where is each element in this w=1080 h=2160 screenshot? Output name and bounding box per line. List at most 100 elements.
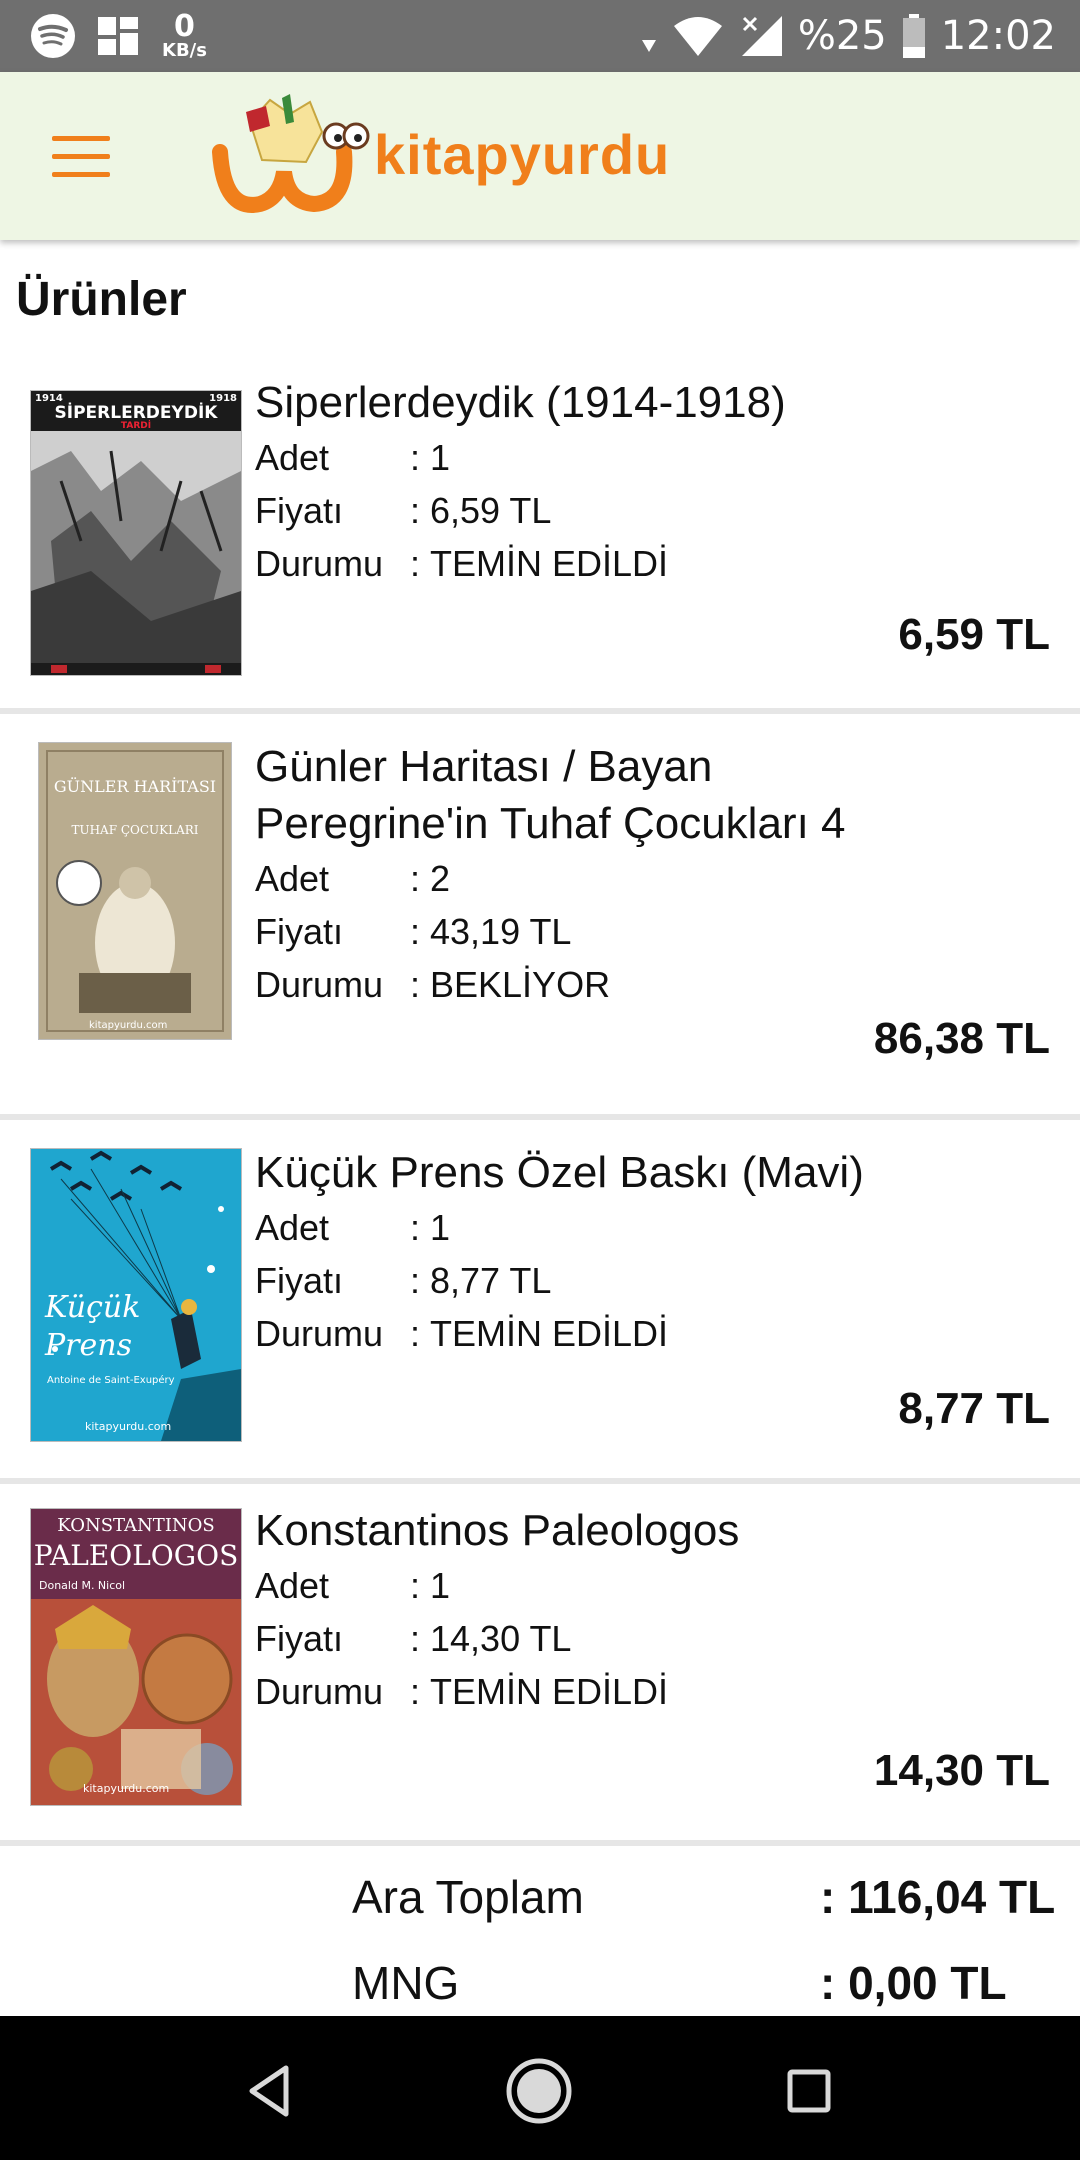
battery-percent: %25 xyxy=(797,13,887,59)
qty-label: Adet xyxy=(255,1206,330,1248)
status-row: Durumu : TEMİN EDİLDİ xyxy=(255,1665,875,1718)
product-item[interactable]: Küçük Prens Antoine de Saint-Exupéry kit… xyxy=(0,1120,1080,1484)
qty-value: 2 xyxy=(430,857,451,899)
qty-value: 1 xyxy=(430,1206,451,1248)
price-colon: : xyxy=(410,489,421,531)
book-cover-image[interactable]: Küçük Prens Antoine de Saint-Exupéry kit… xyxy=(30,1148,242,1442)
price-colon: : xyxy=(410,1617,421,1659)
status-value: TEMİN EDİLDİ xyxy=(430,1312,669,1354)
qty-colon: : xyxy=(410,857,421,899)
data-arrow-icon xyxy=(641,40,656,52)
price-row: Fiyatı : 6,59 TL xyxy=(255,484,875,537)
cover-site: kitapyurdu.com xyxy=(89,1020,168,1031)
price-row: Fiyatı : 43,19 TL xyxy=(255,905,875,958)
spotify-icon xyxy=(31,14,75,58)
cover-title: KONSTANTINOS xyxy=(57,1515,215,1536)
price-value: 8,77 TL xyxy=(430,1259,552,1301)
battery-icon xyxy=(902,14,925,58)
cover-subtitle: PALEOLOGOS xyxy=(33,1539,239,1572)
cover-author: Donald M. Nicol xyxy=(39,1579,126,1592)
price-value: 14,30 TL xyxy=(430,1617,572,1659)
qty-label: Adet xyxy=(255,436,330,478)
cover-subtitle: TUHAF ÇOCUKLARI xyxy=(71,823,199,837)
hamburger-menu-icon[interactable] xyxy=(52,136,112,180)
wifi-icon xyxy=(673,17,722,56)
cover-site: kitapyurdu.com xyxy=(85,1420,172,1433)
subtotal-row: Ara Toplam : 116,04 TL xyxy=(0,1860,1080,1946)
status-label: Durumu xyxy=(255,1312,384,1354)
price-label: Fiyatı xyxy=(255,1617,344,1659)
widgets-icon xyxy=(98,17,138,55)
status-value: TEMİN EDİLDİ xyxy=(430,1670,669,1712)
product-title[interactable]: Küçük Prens Özel Baskı (Mavi) xyxy=(255,1144,875,1201)
price-row: Fiyatı : 8,77 TL xyxy=(255,1254,875,1307)
cover-subtitle: Antoine de Saint-Exupéry xyxy=(47,1375,175,1386)
product-title[interactable]: Siperlerdeydik (1914-1918) xyxy=(255,374,875,431)
price-colon: : xyxy=(410,910,421,952)
cellular-signal-icon xyxy=(741,16,782,56)
status-colon: : xyxy=(410,1670,421,1712)
qty-row: Adet : 1 xyxy=(255,1559,875,1612)
product-list: 1914 1918 SİPERLERDEYDİK TARDİ Siperlerd… xyxy=(0,360,1080,1846)
cover-subtitle: TARDİ xyxy=(120,421,152,431)
book-cover-image[interactable]: GÜNLER HARİTASI TUHAF ÇOCUKLARI kitapyur… xyxy=(38,742,232,1040)
logo-text: kitapyurdu xyxy=(374,123,671,186)
back-icon[interactable] xyxy=(236,2056,306,2126)
price-label: Fiyatı xyxy=(255,910,344,952)
line-total: 14,30 TL xyxy=(873,1746,1050,1795)
qty-colon: : xyxy=(410,1206,421,1248)
price-value: 43,19 TL xyxy=(430,910,572,952)
qty-value: 1 xyxy=(430,1564,451,1606)
status-row: Durumu : TEMİN EDİLDİ xyxy=(255,537,875,590)
status-colon: : xyxy=(410,1312,421,1354)
qty-row: Adet : 1 xyxy=(255,431,875,484)
shipping-value: : 0,00 TL xyxy=(820,1957,1007,2009)
status-bar: 0 KB/s %25 12:02 xyxy=(0,0,1080,72)
subtotal-value: : 116,04 TL xyxy=(820,1871,1056,1923)
qty-row: Adet : 1 xyxy=(255,1201,875,1254)
network-speed-value: 0 xyxy=(174,9,195,44)
clock: 12:02 xyxy=(940,13,1056,59)
product-item[interactable]: 1914 1918 SİPERLERDEYDİK TARDİ Siperlerd… xyxy=(0,360,1080,714)
status-row: Durumu : TEMİN EDİLDİ xyxy=(255,1307,875,1360)
book-cover-image[interactable]: KONSTANTINOS PALEOLOGOS Donald M. Nicol … xyxy=(30,1508,242,1806)
qty-row: Adet : 2 xyxy=(255,852,875,905)
status-label: Durumu xyxy=(255,1670,384,1712)
price-value: 6,59 TL xyxy=(430,489,552,531)
price-row: Fiyatı : 14,30 TL xyxy=(255,1612,875,1665)
line-total: 6,59 TL xyxy=(898,610,1050,659)
recents-icon[interactable] xyxy=(774,2056,844,2126)
status-label: Durumu xyxy=(255,963,384,1005)
status-row: Durumu : BEKLİYOR xyxy=(255,958,875,1011)
book-cover-image[interactable]: 1914 1918 SİPERLERDEYDİK TARDİ xyxy=(30,390,242,676)
app-bar: kitapyurdu xyxy=(0,72,1080,240)
line-total: 86,38 TL xyxy=(873,1014,1050,1063)
qty-colon: : xyxy=(410,1564,421,1606)
home-icon[interactable] xyxy=(504,2056,574,2126)
qty-label: Adet xyxy=(255,857,330,899)
qty-colon: : xyxy=(410,436,421,478)
line-total: 8,77 TL xyxy=(898,1384,1050,1433)
cover-title: SİPERLERDEYDİK xyxy=(54,403,218,423)
qty-value: 1 xyxy=(430,436,451,478)
status-value: TEMİN EDİLDİ xyxy=(430,542,669,584)
status-colon: : xyxy=(410,542,421,584)
network-speed: 0 KB/s xyxy=(162,12,207,60)
kitapyurdu-logo[interactable]: kitapyurdu xyxy=(210,92,730,222)
book-cover-art xyxy=(31,391,241,675)
status-label: Durumu xyxy=(255,542,384,584)
product-item[interactable]: KONSTANTINOS PALEOLOGOS Donald M. Nicol … xyxy=(0,1484,1080,1846)
worm-mascot-icon xyxy=(212,94,370,213)
qty-label: Adet xyxy=(255,1564,330,1606)
system-nav-bar xyxy=(0,2016,1080,2160)
product-title[interactable]: Günler Haritası / Bayan Peregrine'in Tuh… xyxy=(255,738,875,852)
price-label: Fiyatı xyxy=(255,489,344,531)
page-title: Ürünler xyxy=(16,273,187,326)
network-speed-unit: KB/s xyxy=(162,40,207,61)
cover-site: kitapyurdu.com xyxy=(83,1782,170,1795)
status-value: BEKLİYOR xyxy=(430,963,611,1005)
product-title[interactable]: Konstantinos Paleologos xyxy=(255,1502,875,1559)
price-label: Fiyatı xyxy=(255,1259,344,1301)
product-item[interactable]: GÜNLER HARİTASI TUHAF ÇOCUKLARI kitapyur… xyxy=(0,714,1080,1120)
subtotal-label: Ara Toplam xyxy=(352,1871,584,1923)
